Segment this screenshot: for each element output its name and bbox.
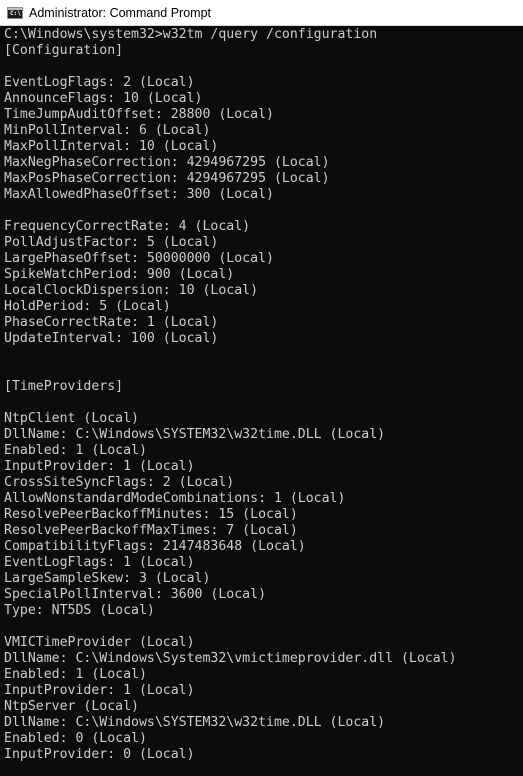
console-line: PollAdjustFactor: 5 (Local) [4, 235, 219, 250]
window-title: Administrator: Command Prompt [29, 5, 212, 20]
console-line: Enabled: 1 (Local) [4, 443, 147, 458]
console-line: C:\Windows\system32>w32tm /query /config… [4, 27, 378, 42]
console-line: InputProvider: 0 (Local) [4, 747, 195, 762]
console-line: DllName: C:\Windows\SYSTEM32\w32time.DLL… [4, 715, 386, 730]
console-line: PhaseCorrectRate: 1 (Local) [4, 315, 219, 330]
console-line: LargeSampleSkew: 3 (Local) [4, 571, 211, 586]
console-line: MaxPollInterval: 10 (Local) [4, 139, 219, 154]
console-line: EventLogFlags: 2 (Local) [4, 75, 195, 90]
console-line: FrequencyCorrectRate: 4 (Local) [4, 219, 251, 234]
cmd-icon[interactable]: C:\ [7, 6, 23, 19]
console-line: EventLogFlags: 1 (Local) [4, 555, 195, 570]
console-line: AllowNonstandardModeCombinations: 1 (Loc… [4, 491, 346, 506]
console-line: UpdateInterval: 100 (Local) [4, 331, 219, 346]
console-line: DllName: C:\Windows\System32\vmictimepro… [4, 651, 457, 666]
console-line: MinPollInterval: 6 (Local) [4, 123, 211, 138]
console-line: Enabled: 0 (Local) [4, 731, 147, 746]
console-line: MaxPosPhaseCorrection: 4294967295 (Local… [4, 171, 330, 186]
console-line: MaxAllowedPhaseOffset: 300 (Local) [4, 187, 274, 202]
console-line: SpecialPollInterval: 3600 (Local) [4, 587, 267, 602]
console-line: AnnounceFlags: 10 (Local) [4, 91, 203, 106]
command-prompt-window: C:\ Administrator: Command Prompt C:\Win… [0, 0, 523, 776]
console-line: TimeJumpAuditOffset: 28800 (Local) [4, 107, 274, 122]
console-line: NtpClient (Local) [4, 411, 139, 426]
console-line: InputProvider: 1 (Local) [4, 683, 195, 698]
console-line: ResolvePeerBackoffMaxTimes: 7 (Local) [4, 523, 298, 538]
console-line: [Configuration] [4, 43, 124, 58]
console-line: SpikeWatchPeriod: 900 (Local) [4, 267, 235, 282]
cmd-icon-glyph: C:\ [10, 9, 21, 17]
console-line: MaxNegPhaseCorrection: 4294967295 (Local… [4, 155, 330, 170]
console-line: DllName: C:\Windows\SYSTEM32\w32time.DLL… [4, 427, 386, 442]
console-line: CrossSiteSyncFlags: 2 (Local) [4, 475, 235, 490]
console-line: VMICTimeProvider (Local) [4, 635, 195, 650]
console-line: LargePhaseOffset: 50000000 (Local) [4, 251, 274, 266]
console-line: InputProvider: 1 (Local) [4, 459, 195, 474]
console-line: [TimeProviders] [4, 379, 124, 394]
console-line: CompatibilityFlags: 2147483648 (Local) [4, 539, 306, 554]
console-line: NtpServer (Local) [4, 699, 139, 714]
title-bar[interactable]: C:\ Administrator: Command Prompt [0, 0, 523, 26]
console-line: HoldPeriod: 5 (Local) [4, 299, 171, 314]
console-output[interactable]: C:\Windows\system32>w32tm /query /config… [4, 27, 523, 776]
console-line: LocalClockDispersion: 10 (Local) [4, 283, 259, 298]
console-line: Type: NT5DS (Local) [4, 603, 155, 618]
console-line: Enabled: 1 (Local) [4, 667, 147, 682]
console-line: ResolvePeerBackoffMinutes: 15 (Local) [4, 507, 298, 522]
